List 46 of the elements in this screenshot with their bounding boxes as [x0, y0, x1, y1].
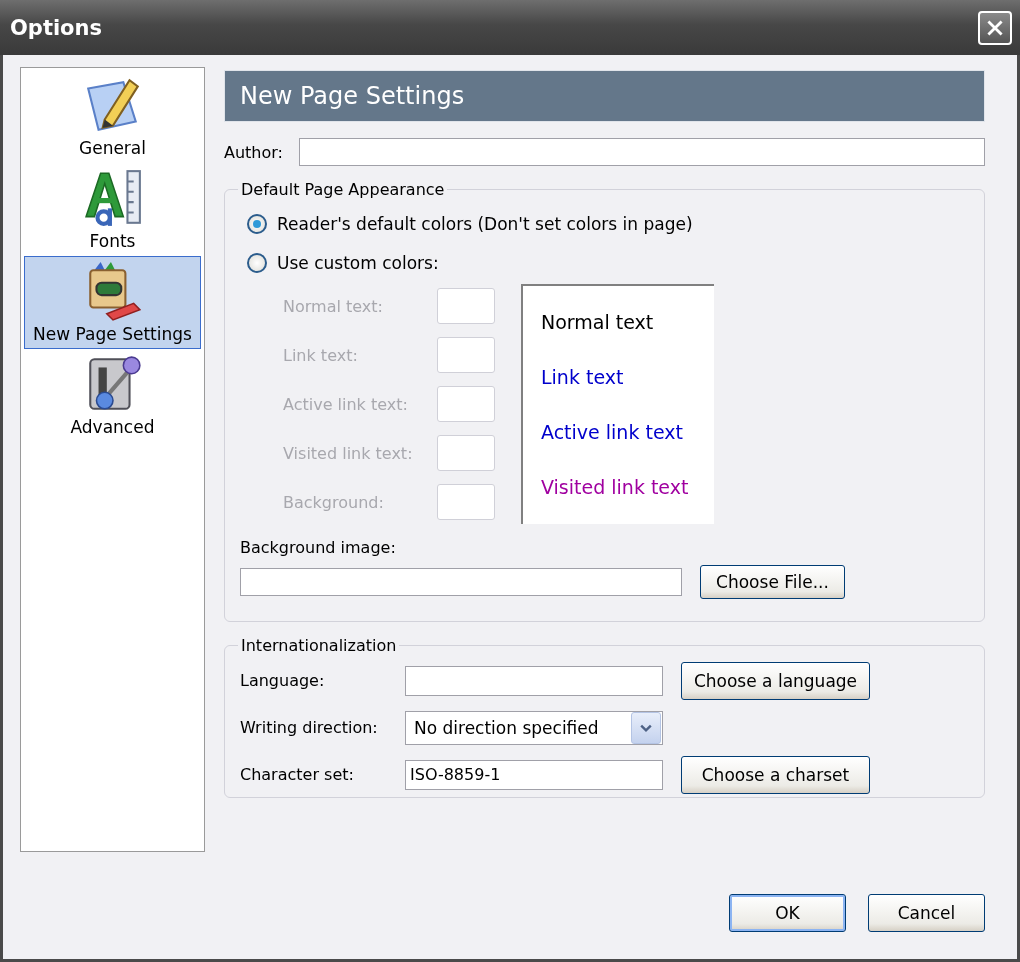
preview-text: Visited link text — [541, 476, 690, 499]
color-swatch-button[interactable] — [437, 337, 495, 373]
preview-text: Active link text — [541, 421, 684, 444]
color-swatch-button[interactable] — [437, 484, 495, 520]
choose-button[interactable]: Choose a charset — [681, 755, 870, 794]
choose-file-button[interactable]: Choose File... — [700, 565, 845, 599]
radio-option[interactable]: Reader's default colors (Don't set colors in page) — [247, 209, 970, 239]
field-label: Link text: — [283, 345, 358, 365]
field-label: Normal text: — [283, 296, 383, 316]
preview-text: Link text — [541, 366, 625, 389]
field-label: Character set: — [240, 765, 355, 784]
dropdown-value: No direction specified — [414, 717, 599, 738]
window-title: Options — [10, 15, 102, 40]
color-swatch-button[interactable] — [437, 288, 495, 324]
author-field[interactable] — [299, 138, 985, 166]
sidebar-item-label: New Page Settings — [33, 324, 192, 344]
sidebar-item-label: Fonts — [89, 231, 136, 251]
sidebar-item[interactable]: Advanced — [24, 349, 201, 442]
field-label: Author: — [224, 142, 283, 162]
field-label: Writing direction: — [240, 718, 379, 737]
dropdown-field[interactable]: No direction specified — [405, 710, 663, 745]
text-field[interactable]: ISO-8859-1 — [405, 759, 663, 790]
field-label: Language: — [240, 671, 326, 690]
group-title: Default Page Appearance — [240, 180, 446, 199]
field-label: Active link text: — [283, 394, 408, 414]
sidebar-item-label: General — [79, 138, 146, 158]
background-image-field[interactable] — [240, 568, 682, 596]
dropdown-button[interactable] — [631, 711, 661, 744]
text-field[interactable] — [405, 665, 663, 696]
page-header: New Page Settings — [224, 70, 985, 122]
preview-text: Normal text — [541, 311, 655, 334]
sidebar-item[interactable]: Fonts — [24, 163, 201, 256]
dialog-button[interactable]: OK — [729, 894, 846, 932]
group-title: Internationalization — [240, 636, 398, 655]
field-label: Visited link text: — [283, 443, 413, 463]
choose-button[interactable]: Choose a language — [681, 661, 870, 700]
sidebar-item-label: Advanced — [70, 417, 155, 437]
radio-option[interactable]: Use custom colors: — [247, 248, 970, 278]
field-label: Background: — [283, 492, 384, 512]
sidebar-item[interactable]: New Page Settings — [24, 256, 201, 349]
color-swatch-button[interactable] — [437, 386, 495, 422]
sidebar-item[interactable]: General — [24, 70, 201, 163]
color-swatch-button[interactable] — [437, 435, 495, 471]
dialog-button[interactable]: Cancel — [868, 894, 985, 932]
field-label: Background image: — [240, 538, 397, 557]
close-button[interactable] — [978, 10, 1012, 45]
